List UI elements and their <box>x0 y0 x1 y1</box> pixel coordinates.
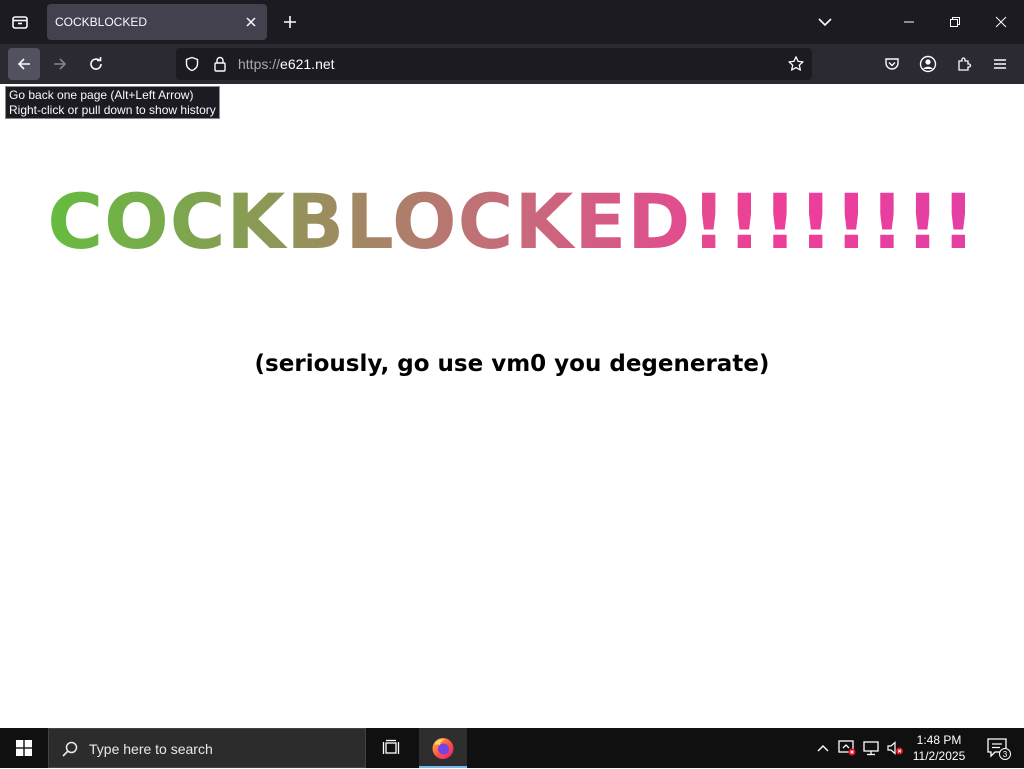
minimize-icon <box>904 21 914 23</box>
chevron-up-icon <box>817 745 829 752</box>
start-button[interactable] <box>0 728 48 768</box>
taskbar-search-box[interactable]: Type here to search <box>48 728 366 768</box>
network-tray-button[interactable] <box>860 728 882 768</box>
notification-count: 3 <box>1003 750 1008 759</box>
site-info-button[interactable] <box>210 54 230 74</box>
page-content: COCKBLOCKED!!!!!!!! (seriously, go use v… <box>0 84 1024 728</box>
tooltip-line-2: Right-click or pull down to show history <box>9 103 216 117</box>
restore-button[interactable] <box>932 0 978 44</box>
restore-icon <box>950 17 960 27</box>
security-alert-icon <box>838 740 856 756</box>
reload-icon <box>90 57 102 70</box>
pocket-button[interactable] <box>876 48 908 80</box>
plus-icon <box>284 16 296 28</box>
clock-date: 11/2/2025 <box>912 749 966 763</box>
nav-toolbar: https://e621.net <box>0 44 1024 84</box>
url-text[interactable]: https://e621.net <box>238 48 335 80</box>
firefox-icon <box>432 738 454 759</box>
taskbar-clock[interactable]: 1:48 PM 11/2/2025 <box>906 728 972 768</box>
search-icon <box>59 738 81 760</box>
back-button[interactable] <box>8 48 40 80</box>
pocket-icon <box>885 58 899 70</box>
back-button-tooltip: Go back one page (Alt+Left Arrow) Right-… <box>5 86 220 119</box>
tab-title: COCKBLOCKED <box>55 15 148 29</box>
address-bar[interactable]: https://e621.net <box>176 48 812 80</box>
reload-button[interactable] <box>80 48 112 80</box>
volume-muted-icon <box>887 741 903 755</box>
forward-arrow-icon <box>54 58 67 70</box>
taskbar-firefox-button[interactable] <box>419 728 467 768</box>
bookmark-button[interactable] <box>786 54 806 74</box>
search-placeholder: Type here to search <box>89 741 213 757</box>
tab-strip: COCKBLOCKED <box>0 0 1024 44</box>
task-view-button[interactable] <box>370 728 414 768</box>
notification-icon: 3 <box>987 738 1011 760</box>
firefox-view-button[interactable] <box>0 0 40 44</box>
shield-icon <box>185 56 199 72</box>
chevron-down-icon <box>818 18 832 27</box>
page-subtitle: (seriously, go use vm0 you degenerate) <box>254 351 770 377</box>
page-heading: COCKBLOCKED!!!!!!!! <box>0 172 1024 272</box>
notification-center-button[interactable]: 3 <box>978 728 1018 768</box>
clock-time: 1:48 PM <box>916 733 962 747</box>
minimize-button[interactable] <box>886 0 932 44</box>
task-view-icon <box>382 739 400 754</box>
url-scheme: https:// <box>238 56 281 72</box>
account-icon <box>919 55 937 73</box>
windows-logo-icon <box>16 740 32 756</box>
security-tray-button[interactable] <box>836 728 858 768</box>
network-icon <box>863 741 879 756</box>
taskbar: Type here to search 1:48 PM 11/2/2025 3 <box>0 728 1024 768</box>
list-all-tabs-button[interactable] <box>812 10 838 34</box>
back-arrow-icon <box>17 58 30 70</box>
close-icon <box>995 16 1007 28</box>
firefox-view-icon <box>12 16 28 29</box>
show-hidden-icons-button[interactable] <box>812 728 834 768</box>
app-menu-button[interactable] <box>984 48 1016 80</box>
menu-icon <box>994 59 1006 69</box>
account-button[interactable] <box>912 48 944 80</box>
close-window-button[interactable] <box>978 0 1024 44</box>
extensions-icon <box>958 57 972 71</box>
extensions-button[interactable] <box>948 48 980 80</box>
tab-close-button[interactable] <box>241 12 261 32</box>
tooltip-line-1: Go back one page (Alt+Left Arrow) <box>9 88 194 102</box>
volume-tray-button[interactable] <box>884 728 906 768</box>
forward-button[interactable] <box>44 48 76 80</box>
url-host: e621.net <box>280 56 335 72</box>
lock-icon <box>214 56 226 72</box>
tracking-protection-button[interactable] <box>182 54 202 74</box>
tab-active[interactable]: COCKBLOCKED <box>47 4 267 40</box>
star-icon <box>788 56 804 71</box>
new-tab-button[interactable] <box>278 10 302 34</box>
close-icon <box>246 17 256 27</box>
